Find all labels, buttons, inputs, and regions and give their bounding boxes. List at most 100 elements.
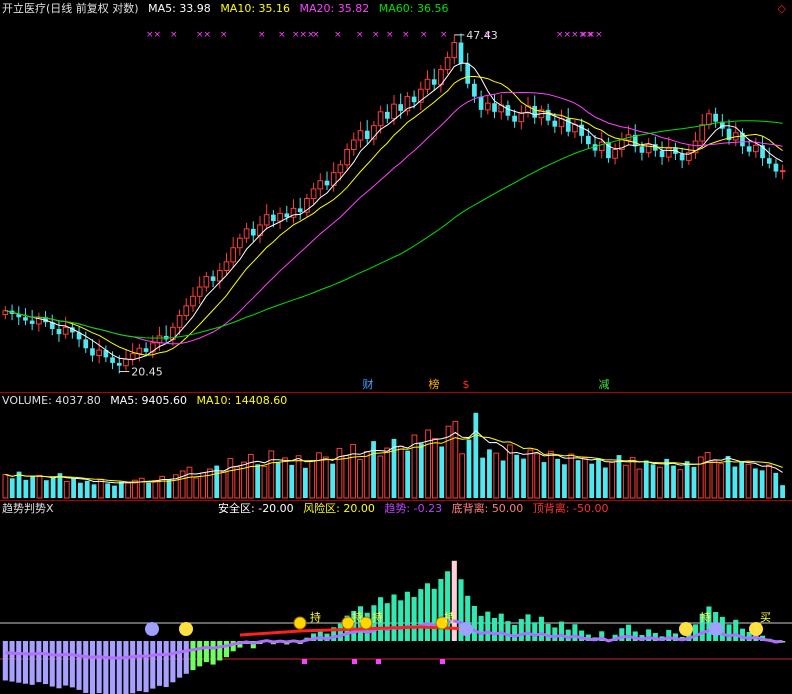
volume-panel[interactable]: VOLUME: 4037.80 MA5: 9405.60 MA10: 14408…	[0, 393, 792, 500]
trend-bar	[110, 641, 116, 694]
trend-bar	[223, 641, 230, 658]
face-icon	[709, 622, 723, 636]
volume-bar	[309, 460, 316, 499]
signal-tag: 持	[352, 610, 363, 624]
trend-bar	[625, 624, 632, 641]
volume-bar	[547, 450, 554, 499]
trend-bar	[438, 578, 444, 641]
volume-bar	[677, 469, 684, 499]
cross-mark: ×	[258, 30, 266, 40]
cross-mark: ×	[402, 30, 410, 40]
trend-bar	[418, 589, 424, 641]
volume-bar	[268, 450, 275, 499]
indicator-panel[interactable]: 趋势判势X 安全区: -20.00 风险区: 20.00 趋势: -0.23 底…	[0, 501, 792, 694]
volume-bar	[193, 477, 200, 499]
trend-bar	[525, 614, 531, 641]
trend-bar	[69, 641, 75, 688]
trend-bar	[143, 641, 149, 693]
price-panel[interactable]: 开立医疗(日线 前复权 对数) MA5: 33.98 MA10: 35.16 M…	[0, 0, 792, 392]
volume-bar	[575, 460, 581, 498]
candle-body	[223, 261, 230, 272]
candle-body	[116, 362, 122, 366]
trend-bar	[398, 600, 404, 641]
cross-mark: ×	[278, 30, 286, 40]
signal-dot	[376, 659, 381, 664]
trend-bar	[29, 641, 35, 685]
volume-bar	[684, 461, 690, 498]
candle-body	[665, 146, 672, 158]
volume-bar	[343, 454, 350, 499]
volume-bar	[766, 464, 772, 499]
volume-bar	[247, 453, 254, 499]
cross-mark: ×	[386, 30, 394, 40]
volume-bar	[397, 445, 404, 499]
trend-bar	[36, 641, 42, 683]
candle-body	[83, 339, 89, 349]
trend-indicator-chart[interactable]: 持持持持持买	[0, 501, 792, 694]
face-icon	[179, 622, 193, 636]
signal-tag: 持	[310, 610, 321, 624]
candle-body	[679, 153, 685, 161]
candle-body	[237, 237, 243, 249]
trend-bar	[532, 622, 538, 641]
candle-body	[243, 228, 250, 239]
volume-bar	[643, 460, 649, 498]
trend-bar	[177, 641, 183, 678]
candle-body	[62, 326, 69, 335]
candle-body	[585, 135, 591, 145]
trend-bar	[96, 641, 102, 694]
volume-bar	[30, 476, 36, 498]
trend-bar	[2, 641, 8, 681]
cross-mark: ×	[312, 30, 320, 40]
volume-bar	[568, 453, 575, 499]
volume-bar	[2, 473, 9, 499]
volume-bar	[112, 485, 117, 498]
trend-bar	[445, 571, 451, 641]
candle-body	[263, 214, 270, 226]
volume-bar	[711, 460, 718, 499]
candle-body	[753, 144, 759, 153]
trend-bar	[733, 619, 739, 641]
candle-body	[29, 320, 35, 324]
volume-bar	[302, 467, 308, 498]
trend-bar	[56, 641, 62, 689]
volume-bar	[9, 478, 15, 498]
volume-bar	[330, 463, 336, 498]
candle-body	[639, 146, 645, 153]
trend-bar	[136, 641, 142, 692]
trend-bar	[183, 641, 189, 674]
candle-body	[364, 130, 370, 139]
candle-body	[699, 124, 706, 142]
candle-body	[230, 247, 237, 263]
volume-bar	[500, 460, 506, 498]
volume-bar	[377, 455, 384, 499]
candlestick-chart[interactable]: ×× × ×× × × × ×××× × × × × × × × × ××××××××47.4320.45财榜…	[0, 0, 792, 392]
volume-bar	[629, 457, 636, 499]
volume-bar	[671, 465, 676, 498]
volume-bar	[527, 449, 534, 499]
volume-bar	[745, 463, 752, 499]
volume-bar	[289, 464, 295, 498]
volume-bar	[487, 449, 492, 498]
cross-mark: ××	[146, 30, 161, 40]
volume-bar	[255, 464, 261, 498]
volume-bar	[691, 466, 697, 498]
volume-bar	[636, 468, 643, 499]
volume-bar	[146, 482, 151, 498]
volume-bar	[622, 464, 629, 499]
face-icon	[749, 622, 763, 636]
trend-bar	[130, 641, 136, 694]
candle-body	[337, 164, 344, 174]
volume-chart[interactable]	[0, 393, 792, 500]
candle-body	[451, 42, 458, 59]
cross-mark: ××	[196, 30, 211, 40]
candle-body	[391, 103, 397, 120]
volume-bar	[63, 480, 70, 499]
volume-bar	[739, 461, 745, 498]
trend-bar	[197, 641, 203, 667]
face-icon	[679, 622, 693, 636]
trend-bar	[404, 591, 410, 641]
candle-body	[344, 149, 350, 166]
volume-bar	[207, 468, 213, 499]
candle-body	[250, 228, 256, 236]
